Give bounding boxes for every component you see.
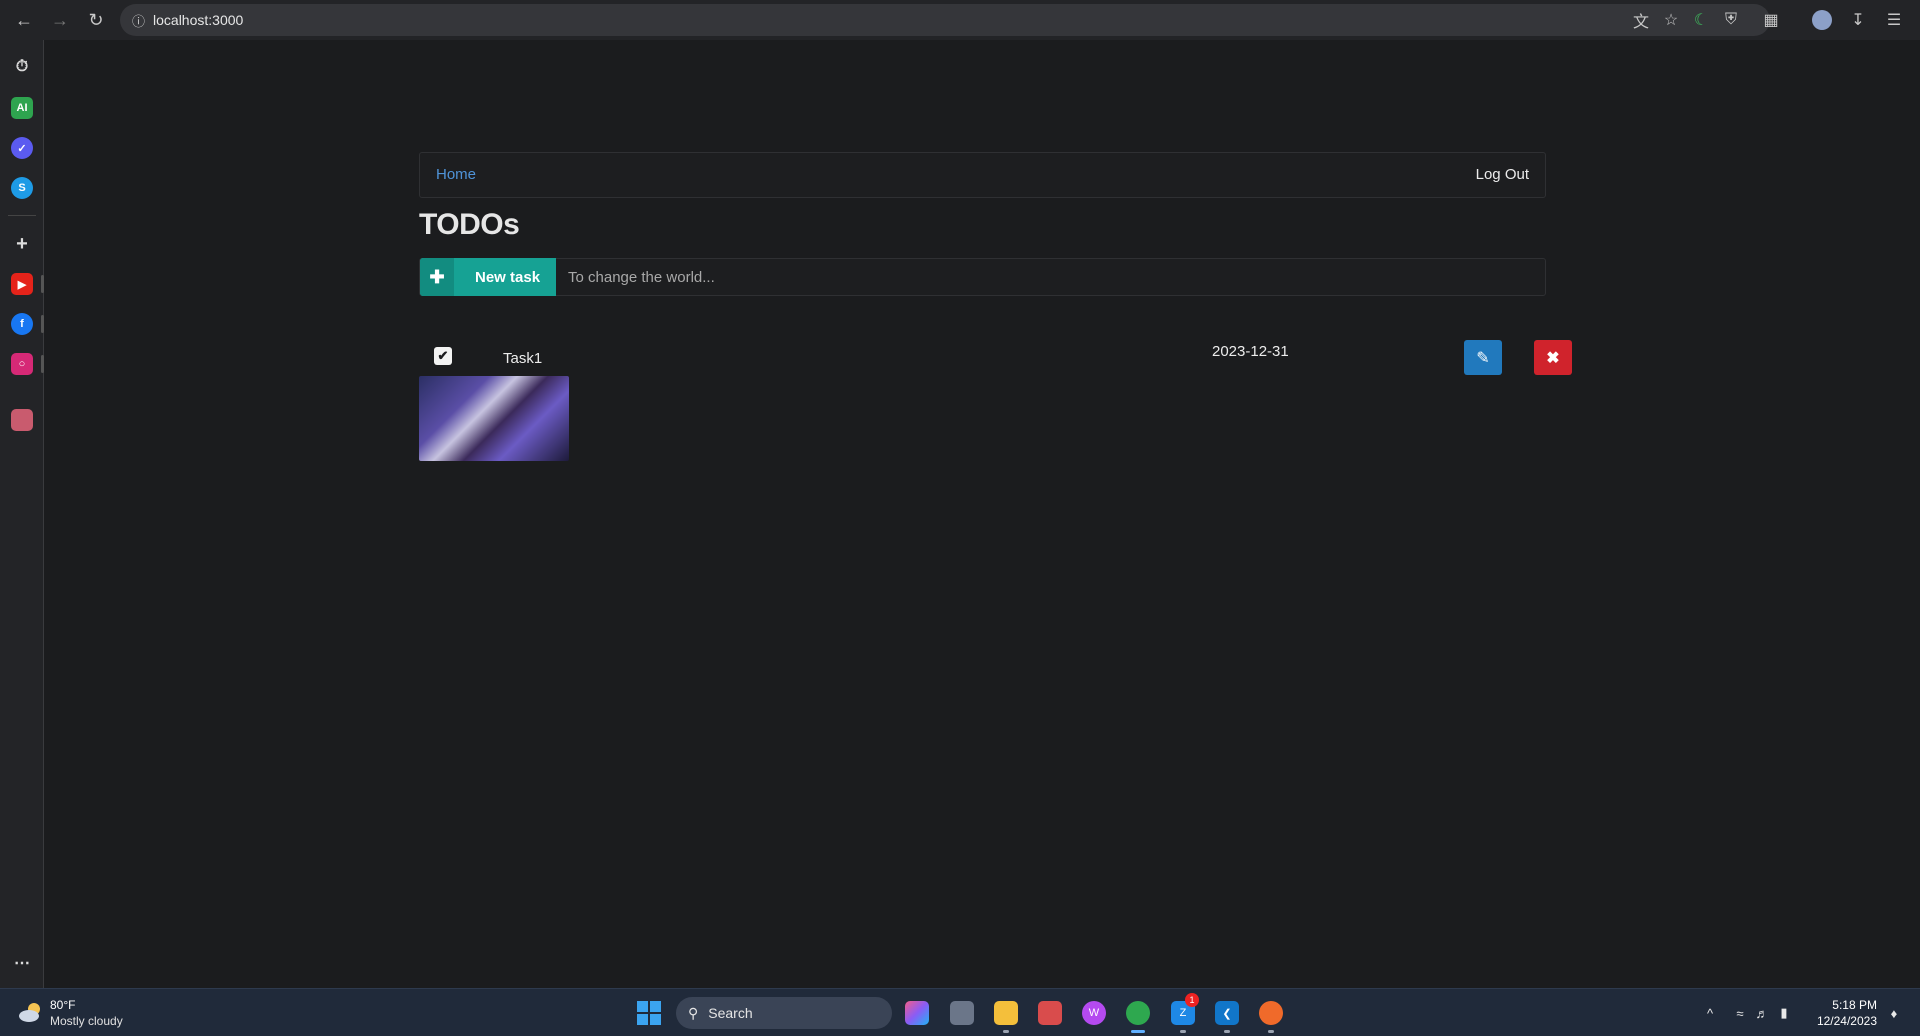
clock-date[interactable]: 12/24/2023 <box>1817 1014 1877 1028</box>
notification-bell-icon[interactable]: ♦ <box>1886 1005 1902 1021</box>
browser-toolbar: ← → ↻ ⓘ localhost:3000 文 ☆ ☾ ⛨ ▦ ↧ ☰ <box>0 0 1920 40</box>
task-attachment-image <box>419 376 569 461</box>
search-icon: ⚲ <box>688 1004 699 1021</box>
wifi-icon[interactable]: ≈ <box>1732 1005 1748 1021</box>
app-running-indicator <box>1268 1030 1274 1033</box>
copilot-icon[interactable] <box>905 1001 929 1025</box>
url-text: localhost:3000 <box>153 12 244 28</box>
site-info-icon[interactable]: ⓘ <box>132 11 145 30</box>
menu-icon[interactable]: ☰ <box>1882 8 1906 32</box>
skype-icon[interactable]: S <box>11 177 33 199</box>
taskbar-search[interactable]: ⚲ Search <box>676 997 892 1029</box>
more-options-icon[interactable]: ⋯ <box>11 952 33 974</box>
file-explorer-icon[interactable] <box>994 1001 1018 1025</box>
cloudy-weather-icon <box>19 1003 40 1022</box>
task-completed-checkbox[interactable]: ✔ <box>434 347 452 365</box>
clock-time[interactable]: 5:18 PM <box>1832 998 1877 1012</box>
sidebar-divider <box>8 215 36 216</box>
reload-icon[interactable]: ↻ <box>84 8 108 32</box>
instagram-icon[interactable]: ○ <box>11 353 33 375</box>
add-icon[interactable]: + <box>11 233 33 255</box>
pencil-icon: ✎ <box>1476 349 1490 367</box>
page-title: TODOs <box>419 208 520 241</box>
weather-description: Mostly cloudy <box>50 1014 123 1028</box>
app-w-icon[interactable]: W <box>1082 1001 1106 1025</box>
youtube-icon[interactable]: ▶ <box>11 273 33 295</box>
new-task-label: New task <box>475 268 541 286</box>
chevron-up-icon[interactable]: ^ <box>1702 1005 1718 1021</box>
app-active-indicator <box>1131 1030 1145 1033</box>
browser-app-icon[interactable] <box>1126 1001 1150 1025</box>
page-content: Home Log Out TODOs ✚ New task ✔ Task1 20… <box>45 40 1920 988</box>
downloads-icon[interactable]: ↧ <box>1846 8 1870 32</box>
taskbar: 80°F Mostly cloudy ⚲ Search W Z 1 ❮ ^ ≈ … <box>0 988 1920 1036</box>
store-icon[interactable] <box>1038 1001 1062 1025</box>
delete-task-button[interactable]: ✖ <box>1534 340 1572 375</box>
app-running-indicator <box>1224 1030 1230 1033</box>
sidebar-active-mark <box>41 275 44 293</box>
volume-icon[interactable]: ♬ <box>1754 1005 1770 1021</box>
close-icon: ✖ <box>1546 349 1560 367</box>
weather-temperature: 80°F <box>50 998 76 1012</box>
messenger-icon[interactable]: ✓ <box>11 137 33 159</box>
translate-icon[interactable]: 文 <box>1629 8 1653 32</box>
app-running-indicator <box>1003 1030 1009 1033</box>
history-icon[interactable]: ⏱ <box>11 56 33 78</box>
facebook-icon[interactable]: f <box>11 313 33 335</box>
plus-icon: ✚ <box>420 258 454 296</box>
back-icon[interactable]: ← <box>12 8 36 32</box>
task-name: Task1 <box>503 350 543 367</box>
shield-icon[interactable]: ⛨ <box>1719 8 1743 32</box>
vscode-icon[interactable]: ❮ <box>1215 1001 1239 1025</box>
profile-avatar-icon[interactable] <box>1810 8 1834 32</box>
profile-app-icon[interactable] <box>11 409 33 431</box>
forward-icon[interactable]: → <box>48 8 72 32</box>
bookmark-star-icon[interactable]: ☆ <box>1659 8 1683 32</box>
app-running-indicator <box>1180 1030 1186 1033</box>
windows-start-button[interactable] <box>637 1001 661 1025</box>
task-view-icon[interactable] <box>950 1001 974 1025</box>
sidebar-active-mark <box>41 355 44 373</box>
postman-icon[interactable] <box>1259 1001 1283 1025</box>
search-label: Search <box>708 1005 753 1021</box>
task-item: ✔ Task1 2023-12-31 ✎ ✖ <box>419 340 1572 461</box>
dark-mode-moon-icon[interactable]: ☾ <box>1689 8 1713 32</box>
top-navbar: Home Log Out <box>419 152 1546 198</box>
battery-icon[interactable]: ▮ <box>1776 1005 1792 1021</box>
sidebar-active-mark <box>41 315 44 333</box>
new-task-button[interactable]: ✚ New task <box>420 258 556 296</box>
browser-sidebar: ⏱ AI ✓ S + ▶ f ○ ⋯ <box>0 40 44 988</box>
edit-task-button[interactable]: ✎ <box>1464 340 1502 375</box>
notification-badge: 1 <box>1185 993 1199 1007</box>
ai-assistant-icon[interactable]: AI <box>11 97 33 119</box>
task-due-date: 2023-12-31 <box>1212 343 1289 360</box>
extensions-puzzle-icon[interactable]: ▦ <box>1759 8 1783 32</box>
address-bar[interactable]: ⓘ localhost:3000 <box>120 4 1770 36</box>
new-task-form: ✚ New task <box>419 258 1546 296</box>
new-task-input[interactable] <box>568 259 1528 295</box>
logout-link[interactable]: Log Out <box>1476 166 1529 183</box>
nav-home-link[interactable]: Home <box>436 166 476 183</box>
